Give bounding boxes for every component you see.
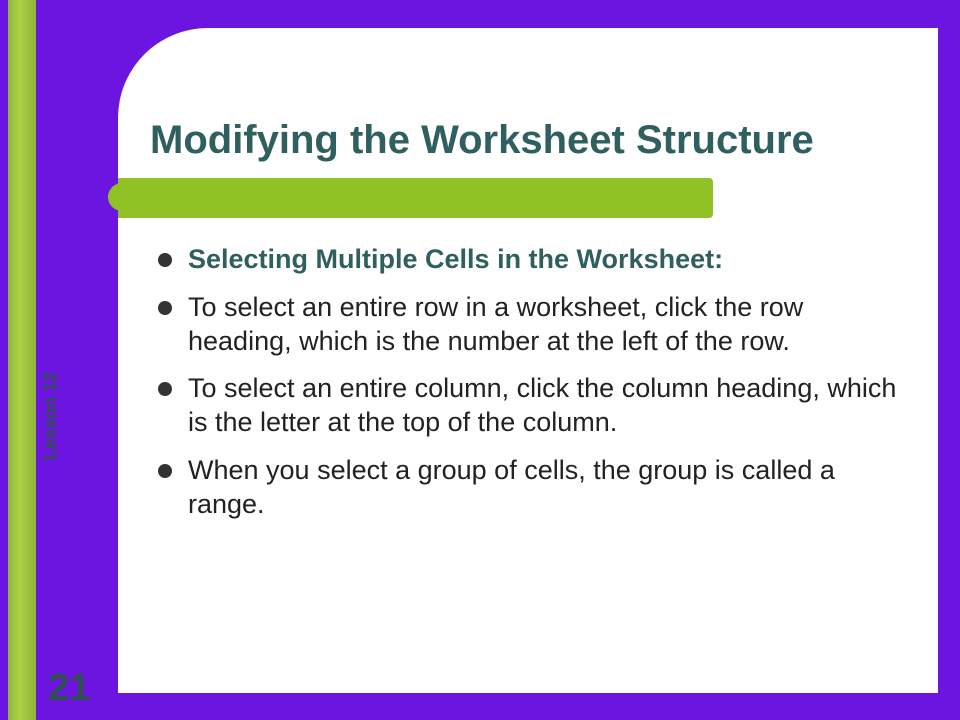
bullet-text: To select an entire column, click the co… — [188, 373, 896, 437]
bullet-list: Selecting Multiple Cells in the Workshee… — [158, 243, 908, 535]
list-item: Selecting Multiple Cells in the Workshee… — [158, 243, 908, 277]
bullet-text: To select an entire row in a worksheet, … — [188, 292, 803, 356]
subtitle-text: Selecting Multiple Cells in the Workshee… — [188, 244, 723, 274]
list-item: When you select a group of cells, the gr… — [158, 454, 908, 522]
decorative-left-stripe — [8, 0, 36, 720]
list-item: To select an entire column, click the co… — [158, 372, 908, 440]
slide-title: Modifying the Worksheet Structure — [150, 118, 814, 163]
accent-bar — [118, 178, 713, 218]
slide-card: Modifying the Worksheet Structure Select… — [118, 28, 938, 693]
lesson-label: Lesson 12 — [40, 372, 61, 460]
page-number: 21 — [48, 667, 90, 710]
bullet-text: When you select a group of cells, the gr… — [188, 455, 835, 519]
list-item: To select an entire row in a worksheet, … — [158, 291, 908, 359]
